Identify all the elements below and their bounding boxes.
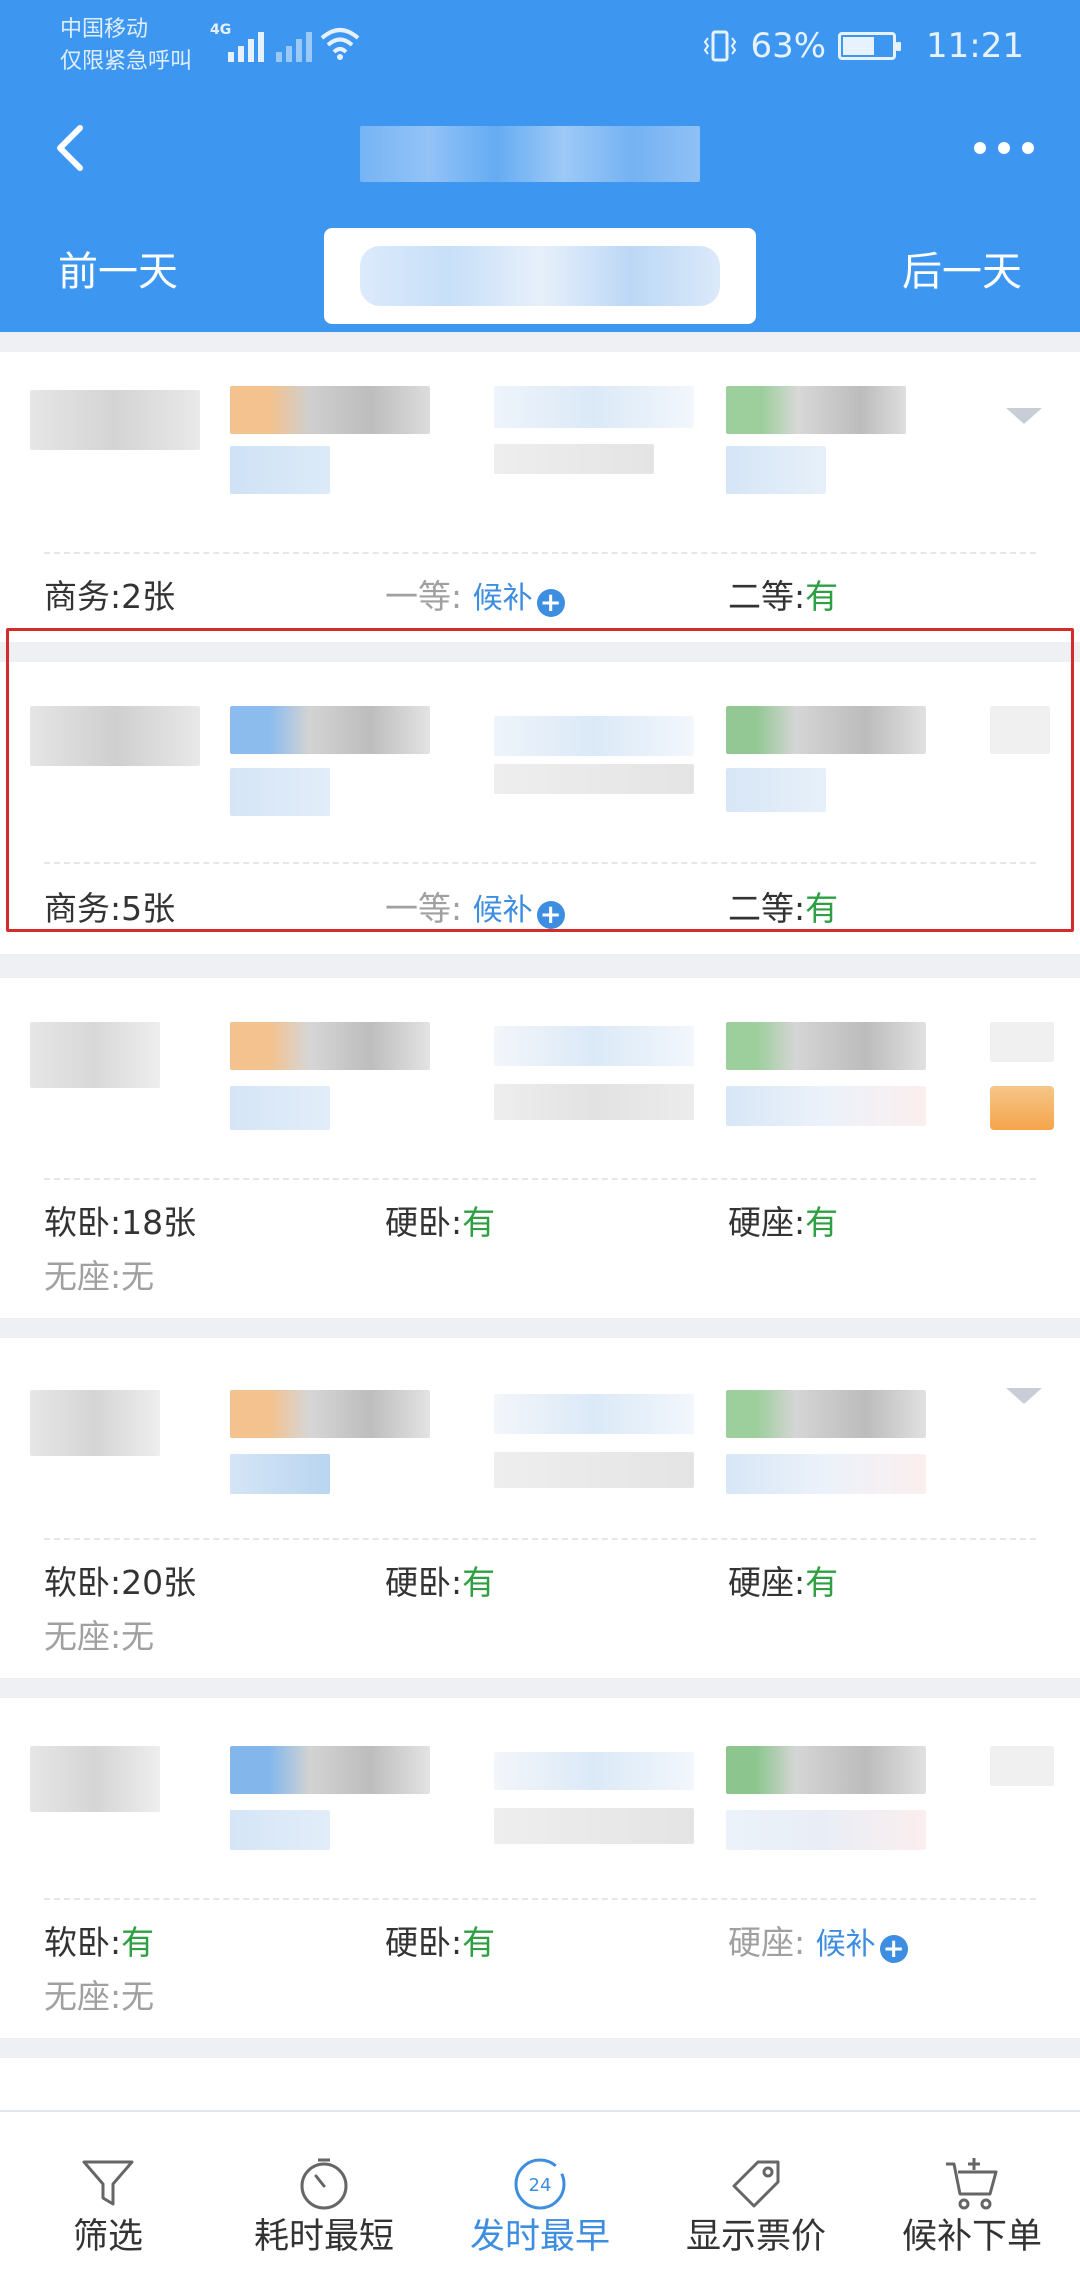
date-redacted — [360, 246, 720, 306]
carrier-status: 仅限紧急呼叫 — [60, 49, 193, 74]
seat-info: 软卧:有 — [44, 1923, 155, 1962]
filter-icon — [82, 2160, 134, 2206]
train-info-redacted — [0, 702, 1080, 862]
seat-info: 硬座:有 — [728, 1563, 839, 1602]
seat-info: 无座:无 — [44, 1617, 155, 1656]
seat-info: 软卧:18张 — [44, 1203, 197, 1242]
seat-info: 一等: 候补 + — [385, 886, 565, 934]
seat-info: 软卧:20张 — [44, 1563, 197, 1602]
battery-icon — [838, 32, 902, 60]
sort-duration-label: 耗时最短 — [253, 2217, 394, 2257]
expand-arrow-icon[interactable] — [1006, 1388, 1042, 1404]
train-info-redacted — [0, 1390, 1080, 1550]
waitlist-button[interactable]: 候补 + — [473, 581, 565, 617]
clock-24-icon: 24 — [514, 2158, 566, 2210]
train-card[interactable] — [0, 2058, 1080, 2118]
seat-info: 硬卧:有 — [385, 1563, 496, 1602]
clock-time: 11:21 — [926, 26, 1024, 66]
seat-info: 硬座: 候补 + — [728, 1920, 908, 1968]
prev-day-button[interactable]: 前一天 — [58, 244, 178, 300]
chevron-left-icon[interactable] — [44, 118, 104, 178]
route-title-redacted — [360, 126, 700, 182]
bottom-toolbar: 筛选 耗时最短 24 发时最早 显示票价 候补下单 — [0, 2110, 1080, 2280]
show-price-button[interactable]: 显示票价 — [648, 2112, 864, 2280]
seat-info: 硬座:有 — [728, 1203, 839, 1242]
train-card[interactable]: 软卧:有 硬卧:有 硬座: 候补 + 无座:无 — [0, 1698, 1080, 2038]
timer-icon — [300, 2158, 348, 2210]
date-selector: 前一天 后一天 — [0, 206, 1080, 332]
seat-info: 二等:有 — [728, 889, 839, 928]
cart-add-icon — [946, 2158, 998, 2210]
status-bar: 中国移动 仅限紧急呼叫 4G 63% 11:21 — [0, 0, 1080, 96]
battery-percent: 63% — [750, 26, 827, 66]
train-info-redacted — [0, 1022, 1080, 1182]
filter-button[interactable]: 筛选 — [0, 2112, 216, 2280]
next-day-button[interactable]: 后一天 — [902, 244, 1022, 300]
sort-departure-button[interactable]: 24 发时最早 — [432, 2112, 648, 2280]
vibrate-icon — [704, 30, 737, 62]
status-right: 63% 11:21 — [702, 20, 1024, 72]
train-card[interactable]: 软卧:18张 硬卧:有 硬座:有 无座:无 — [0, 978, 1080, 1318]
plus-icon: + — [879, 1935, 908, 1963]
seat-info: 无座:无 — [44, 1257, 155, 1296]
price-tag-icon — [732, 2160, 780, 2208]
train-info-redacted — [0, 384, 1080, 544]
train-card[interactable]: 商务:5张 一等: 候补 + 二等:有 — [0, 662, 1080, 954]
more-horizontal-icon[interactable] — [972, 138, 1036, 158]
expand-arrow-icon[interactable] — [1006, 408, 1042, 424]
app-header: 中国移动 仅限紧急呼叫 4G 63% 11:21 前一天 后一天 — [0, 0, 1080, 332]
plus-icon: + — [536, 901, 565, 929]
sort-duration-button[interactable]: 耗时最短 — [216, 2112, 432, 2280]
seat-info: 商务:5张 — [44, 889, 176, 928]
waitlist-button[interactable]: 候补 + — [473, 893, 565, 929]
seat-info: 商务:2张 — [44, 577, 176, 616]
seat-info: 硬卧:有 — [385, 1923, 496, 1962]
seat-info: 无座:无 — [44, 1977, 155, 2016]
waitlist-button[interactable]: 候补 + — [816, 1927, 908, 1963]
carrier-name: 中国移动 — [60, 17, 149, 42]
seat-info: 硬卧:有 — [385, 1203, 496, 1242]
sort-departure-label: 发时最早 — [469, 2217, 610, 2257]
train-info-redacted — [0, 1746, 1080, 1906]
seat-info: 二等:有 — [728, 577, 839, 616]
waitlist-order-label: 候补下单 — [901, 2217, 1042, 2257]
current-date-picker[interactable] — [324, 228, 756, 324]
plus-icon: + — [536, 589, 565, 617]
carrier-info: 中国移动 仅限紧急呼叫 — [60, 14, 192, 78]
train-card[interactable]: 商务:2张 一等: 候补 + 二等:有 — [0, 352, 1080, 642]
wifi-icon — [320, 28, 360, 60]
svg-text:24: 24 — [529, 2175, 552, 2196]
train-card[interactable]: 软卧:20张 硬卧:有 硬座:有 无座:无 — [0, 1338, 1080, 1678]
signal-icon — [228, 32, 264, 62]
nav-bar — [0, 96, 1080, 206]
filter-label: 筛选 — [72, 2217, 143, 2257]
seat-info: 一等: 候补 + — [385, 574, 565, 622]
waitlist-order-button[interactable]: 候补下单 — [864, 2112, 1080, 2280]
signal-icon-sim2 — [276, 32, 312, 62]
show-price-label: 显示票价 — [685, 2217, 826, 2257]
